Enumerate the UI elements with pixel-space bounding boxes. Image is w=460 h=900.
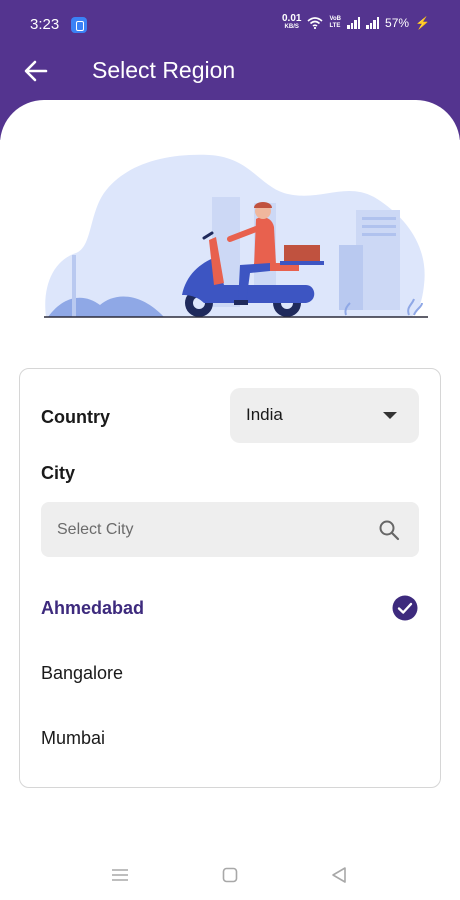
status-icons: 0.01 KB/S VoB LTE 57% ⚡: [281, 13, 430, 31]
back-triangle-icon: [332, 867, 346, 883]
page-title: Select Region: [92, 57, 236, 83]
check-circle-icon: [392, 595, 418, 621]
battery-level: 57%: [385, 16, 410, 30]
city-item-label: Mumbai: [41, 728, 106, 748]
city-item-ahmedabad[interactable]: Ahmedabad: [20, 580, 440, 636]
back-button[interactable]: [18, 54, 54, 88]
home-square-icon: [222, 867, 238, 883]
chevron-down-icon: [383, 412, 397, 419]
volte-indicator: VoB LTE: [329, 16, 342, 29]
city-label: City: [41, 463, 76, 483]
city-item-mumbai[interactable]: Mumbai: [20, 710, 440, 766]
delivery-scooter-illustration: [44, 154, 428, 318]
menu-button[interactable]: [108, 864, 132, 886]
country-label: Country: [41, 407, 110, 427]
system-nav-bar: [0, 850, 460, 900]
arrow-left-icon: [24, 60, 48, 82]
status-time: 3:23: [30, 16, 60, 33]
menu-icon: [112, 869, 128, 881]
city-search-field: [41, 502, 419, 557]
city-item-label: Bangalore: [41, 663, 124, 683]
status-bar: 3:23 0.01 KB/S VoB LTE 57% ⚡: [0, 0, 460, 48]
city-item-bangalore[interactable]: Bangalore: [20, 645, 440, 701]
signal-icon: [366, 17, 380, 29]
city-item-label: Ahmedabad: [41, 598, 145, 618]
net-speed: 0.01 KB/S: [281, 13, 302, 31]
charging-icon: ⚡: [415, 16, 430, 30]
app-bar: Select Region: [0, 48, 460, 94]
region-card: Country India City Ahmedabad Bangalore M…: [19, 368, 441, 788]
home-button[interactable]: [218, 864, 242, 886]
wifi-icon: [307, 17, 323, 29]
country-value: India: [246, 405, 283, 424]
country-dropdown[interactable]: India: [230, 388, 419, 443]
app-notification-icon: [71, 17, 87, 33]
signal-icon: [347, 17, 361, 29]
city-search-input[interactable]: [57, 502, 357, 557]
search-icon[interactable]: [377, 518, 401, 542]
nav-back-button[interactable]: [327, 864, 351, 886]
